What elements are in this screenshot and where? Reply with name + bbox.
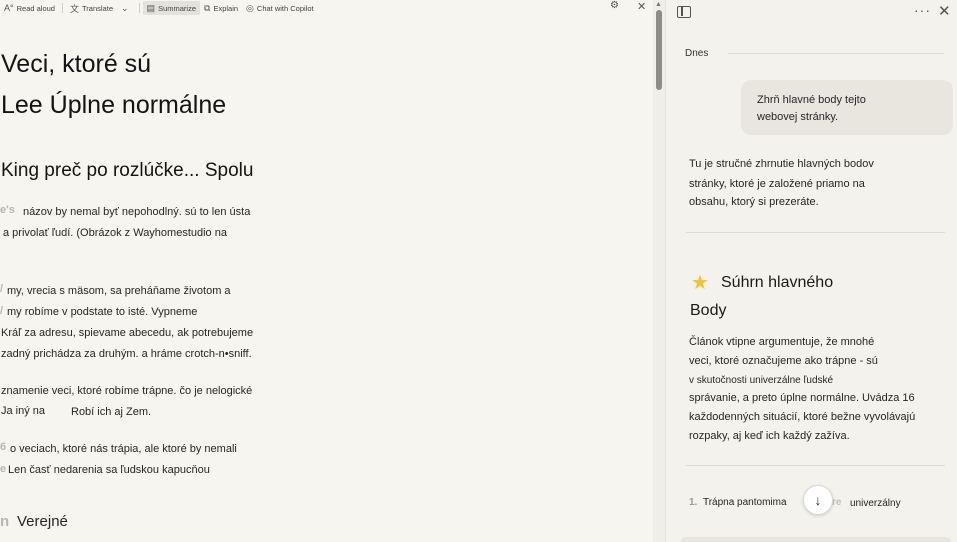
article-text-line: znamenie veci, ktoré robíme trápne. čo j… xyxy=(1,385,253,397)
date-label: Dnes xyxy=(685,48,709,59)
toolbar-divider xyxy=(61,3,63,13)
faded-text: 6 xyxy=(0,441,7,453)
summarize-icon: ▤ xyxy=(146,2,156,13)
summary-text-line: v skutočnosti univerzálne ľudské xyxy=(689,375,834,386)
summary-title-2: Body xyxy=(690,302,727,319)
list-item: 1. Trápna pantomima xyxy=(689,497,787,508)
faded-text: n xyxy=(0,513,10,530)
divider xyxy=(686,232,945,233)
article-text-line: o veciach, ktoré nás trápia, ale ktoré b… xyxy=(10,443,237,455)
faded-text: / xyxy=(0,305,4,317)
article-text-line: názov by nemal byť nepohodlný. sú to len… xyxy=(23,206,251,218)
article-text-line: a privolať ľudí. (Obrázok z Wayhomestudi… xyxy=(3,227,227,239)
more-icon[interactable]: ··· xyxy=(914,2,931,18)
article-title-line-1: Veci, ktoré sú xyxy=(1,50,152,78)
article-text-line: Len časť nedarenia sa ľudskou kapucňou xyxy=(8,464,210,476)
faded-text: re xyxy=(832,497,842,508)
summary-text-line: správanie, a preto úplne normálne. Uvádz… xyxy=(689,392,915,404)
article-title-line-2: Lee Úplne normálne xyxy=(1,91,227,119)
translate-label: Translate xyxy=(82,3,113,13)
chat-with-copilot-button[interactable]: ◎ Chat with Copilot xyxy=(242,1,318,15)
reply-text-line: obsahu, ktorý si prezeráte. xyxy=(689,196,819,208)
list-item-text: univerzálny xyxy=(850,498,901,509)
reader-pane: A° Read aloud 文 Translate ⌄ ▤ Summarize … xyxy=(0,0,653,542)
summary-text-line: Článok vtipne argumentuje, že mnohé xyxy=(689,336,875,348)
arrow-down-icon: ↓ xyxy=(814,492,822,508)
read-aloud-label: Read aloud xyxy=(16,3,55,13)
faded-text: e's xyxy=(0,204,15,216)
scroll-up-arrow-icon[interactable]: ▲ xyxy=(655,1,662,8)
date-divider xyxy=(728,53,944,54)
sidebar-icon[interactable] xyxy=(677,6,691,18)
close-icon[interactable]: ✕ xyxy=(938,2,951,20)
summary-text-line: veci, ktoré označujeme ako trápne - sú xyxy=(689,355,878,367)
scroll-to-bottom-button[interactable]: ↓ xyxy=(803,485,833,515)
translate-icon: 文 xyxy=(69,3,79,14)
close-icon[interactable]: ✕ xyxy=(637,0,646,13)
read-aloud-button[interactable]: A° Read aloud xyxy=(0,1,59,15)
reply-text-line: Tu je stručné zhrnutie hlavných bodov xyxy=(689,158,874,170)
toolbar-divider xyxy=(138,3,140,13)
divider xyxy=(686,465,945,466)
summary-title: Súhrn hlavného xyxy=(721,274,834,291)
summarize-button[interactable]: ▤ Summarize xyxy=(142,1,200,15)
list-item-text: Trápna pantomima xyxy=(702,497,787,508)
article-text-line: my, vrecia s mäsom, sa preháňame životom… xyxy=(7,285,231,297)
summarize-label: Summarize xyxy=(158,3,196,13)
chevron-down-icon[interactable]: ⌄ xyxy=(121,3,129,14)
chat-label: Chat with Copilot xyxy=(256,3,314,13)
reader-scrollbar[interactable]: ▲ xyxy=(653,0,665,542)
article-text-line: zadný prichádza za druhým. a hráme crotc… xyxy=(1,348,252,360)
explain-icon: ⧉ xyxy=(204,2,211,13)
explain-button[interactable]: ⧉ Explain xyxy=(200,1,242,15)
copilot-icon: ◎ xyxy=(246,2,254,13)
explain-label: Explain xyxy=(213,3,239,13)
summary-text-line: rozpaky, aj keď ich každý zažíva. xyxy=(689,430,850,442)
faded-text: / xyxy=(0,283,4,295)
reply-text-line: stránky, ktoré je založené priamo na xyxy=(689,178,865,190)
article-text-line: Robí ich aj Zem. xyxy=(71,406,152,418)
gear-icon[interactable]: ⚙ xyxy=(610,0,619,11)
scrollbar-thumb[interactable] xyxy=(656,10,662,90)
list-item-number: 1. xyxy=(689,497,698,508)
user-message-line: Zhrň hlavné body tejto xyxy=(757,94,866,106)
article-text-line: my robíme v podstate to isté. Vypneme xyxy=(7,306,198,318)
user-message-bubble: Zhrň hlavné body tejto webovej stránky. xyxy=(741,80,953,135)
copilot-pane: ··· ✕ Dnes Zhrň hlavné body tejto webove… xyxy=(665,0,957,542)
translate-button[interactable]: 文 Translate ⌄ xyxy=(66,1,136,15)
article-text-line: Kráľ za adresu, spievame abecedu, ak pot… xyxy=(1,327,254,339)
read-aloud-icon: A° xyxy=(4,3,14,13)
faded-text: e xyxy=(0,463,7,475)
article-section-heading: Verejné xyxy=(17,513,68,530)
chat-input-area[interactable] xyxy=(680,537,952,542)
star-icon: ★ xyxy=(691,272,709,294)
user-message-line: webovej stránky. xyxy=(757,111,839,123)
article-text-line: Ja iný na xyxy=(1,405,46,417)
article-subheading: King preč po rozlúčke... Spolu xyxy=(1,160,254,181)
reader-toolbar: A° Read aloud 文 Translate ⌄ ▤ Summarize … xyxy=(0,0,653,16)
summary-text-line: každodenných situácií, ktoré bežne vyvol… xyxy=(689,411,916,423)
